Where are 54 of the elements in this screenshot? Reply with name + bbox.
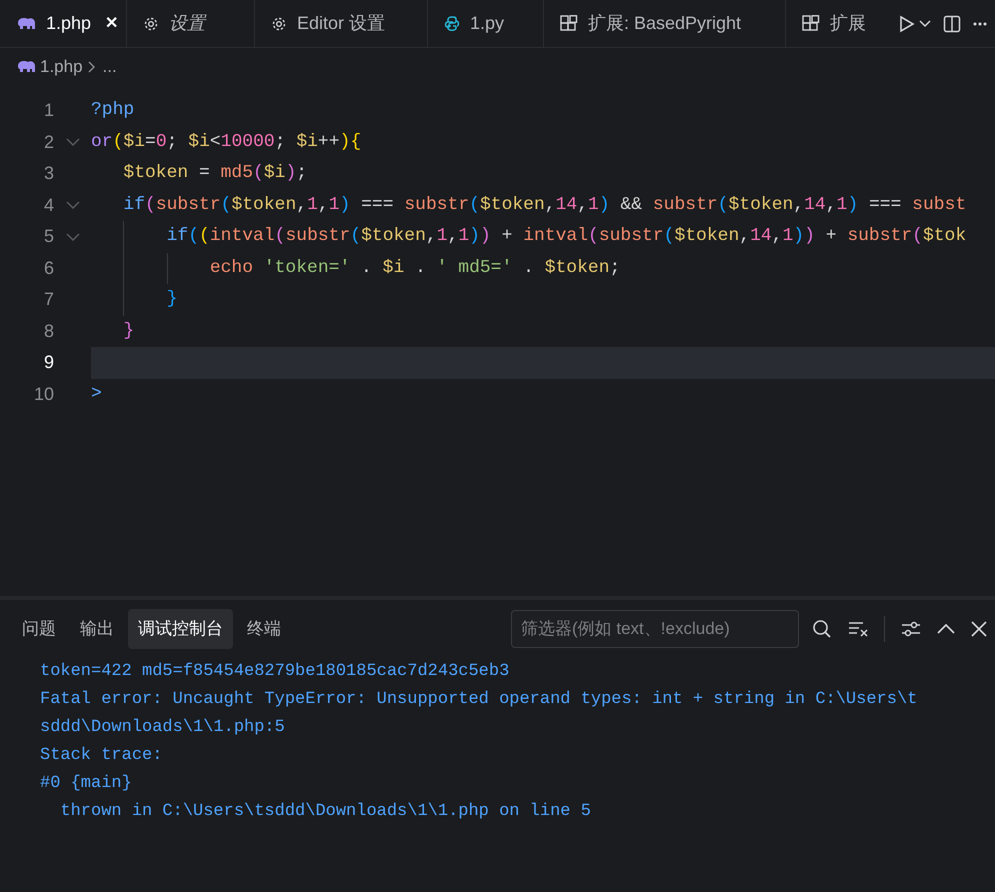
split-editor-icon[interactable] xyxy=(943,14,961,32)
settings-icon[interactable] xyxy=(901,620,921,638)
gear-icon xyxy=(271,16,287,32)
line-number: 1 xyxy=(44,100,54,120)
code-line: echo 'token=' . $i . ' md5=' . $token; xyxy=(208,256,620,280)
console-line: thrown in C:\Users\tsddd\Downloads\1\1.php on line 5 xyxy=(59,802,591,821)
python-icon xyxy=(444,16,460,32)
run-button[interactable] xyxy=(899,14,931,32)
code-line: } xyxy=(166,288,178,312)
clear-console-icon[interactable] xyxy=(848,621,868,637)
line-number: 4 xyxy=(44,194,54,215)
code-line: if((intval(substr($token,1,1)) + intval(substr($token,14,1)) + substr($tok xyxy=(166,225,966,248)
breadcrumb-item[interactable]: 1.php xyxy=(40,54,83,80)
code-line: or($i=0; $i<10000; $i++){ xyxy=(91,130,362,154)
line-number: 8 xyxy=(44,320,54,341)
close-icon[interactable] xyxy=(971,621,987,637)
code-line: if(substr($token,1,1) === substr($token,14,1) && substr($token,14,1) === subst xyxy=(122,194,966,217)
fold-chevron-icon[interactable] xyxy=(66,201,80,210)
code-line: > xyxy=(91,382,102,406)
gear-icon xyxy=(143,16,159,32)
line-number: 7 xyxy=(44,289,54,310)
console-line: Stack trace: xyxy=(40,746,162,765)
panel-tab[interactable]: 终端 xyxy=(237,609,291,649)
panel-tab[interactable]: 调试控制台 xyxy=(128,609,233,649)
breadcrumb-item[interactable]: ... xyxy=(98,54,117,80)
code-line: $token = md5($i); xyxy=(122,162,308,186)
elephant-icon xyxy=(16,16,36,30)
caret-icon xyxy=(919,20,931,28)
line-number: 10 xyxy=(34,384,54,404)
chevron-right-icon xyxy=(86,61,95,73)
filter-field[interactable]: 筛选器(例如 text、!exclude) xyxy=(511,610,799,648)
panel-tab[interactable]: 问题 xyxy=(12,609,66,649)
play-icon xyxy=(899,14,915,32)
more-icon[interactable] xyxy=(973,22,987,26)
console-line: sddd\Downloads\1\1.php:5 xyxy=(40,718,285,737)
console-line: token=422 md5=f85454e8279be180185cac7d243c5eb3 xyxy=(40,662,510,681)
extensions-icon xyxy=(802,14,820,32)
search-icon[interactable] xyxy=(812,619,832,639)
elephant-icon xyxy=(16,60,36,74)
line-number: 2 xyxy=(44,132,54,152)
console-line: #0 {main} xyxy=(40,774,132,793)
chevron-up-icon[interactable] xyxy=(937,623,955,635)
close-tab-button[interactable]: ✕ xyxy=(105,12,118,36)
extensions-icon xyxy=(560,14,578,32)
line-number: 9 xyxy=(44,352,54,372)
code-line: } xyxy=(122,320,134,343)
line-number: 3 xyxy=(44,163,54,184)
code-line: ?php xyxy=(91,99,134,122)
line-number: 6 xyxy=(44,258,54,278)
fold-chevron-icon[interactable] xyxy=(66,232,80,241)
console-line: Fatal error: Uncaught TypeError: Unsupported operand types: int + string in C:\Users\t xyxy=(40,690,918,709)
fold-chevron-icon[interactable] xyxy=(66,138,80,146)
line-number: 5 xyxy=(44,226,54,246)
panel-tab[interactable]: 输出 xyxy=(70,609,124,649)
